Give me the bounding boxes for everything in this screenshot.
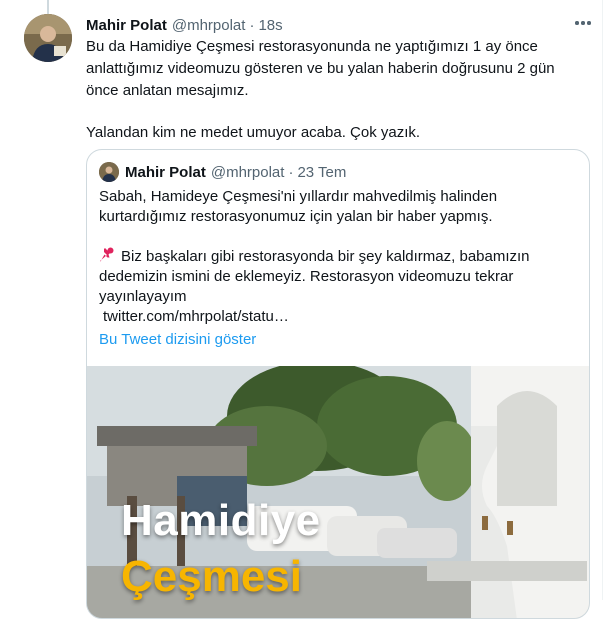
quoted-media[interactable]: Hamidiye Çeşmesi xyxy=(87,366,589,618)
quoted-separator-dot: · xyxy=(288,163,294,181)
tweet-text-paragraph-2: Yalandan kim ne medet umuyor acaba. Çok … xyxy=(86,124,421,141)
tweet-text-paragraph-1: Bu da Hamidiye Çeşmesi restorasyonunda n… xyxy=(86,38,555,99)
tweet-header: Mahir Polat @mhrpolat · 18s xyxy=(86,14,584,36)
quoted-author-name: Mahir Polat xyxy=(125,163,206,181)
more-horizontal-icon[interactable] xyxy=(570,10,596,36)
avatar-image xyxy=(24,14,72,62)
author-name[interactable]: Mahir Polat xyxy=(86,17,167,34)
quoted-paragraph-2: Biz başkaları gibi restorasyonda bir şey… xyxy=(99,247,575,307)
more-dot xyxy=(575,21,579,25)
quoted-tweet[interactable]: Mahir Polat @mhrpolat · 23 Tem Sabah, Ha… xyxy=(86,149,590,619)
quoted-paragraph-1: Sabah, Hamideye Çeşmesi'ni yıllardır mah… xyxy=(99,188,498,225)
author-handle[interactable]: @mhrpolat xyxy=(172,17,246,34)
quoted-tweet-header: Mahir Polat @mhrpolat · 23 Tem xyxy=(99,162,346,182)
quoted-tweet-text: Sabah, Hamideye Çeşmesi'ni yıllardır mah… xyxy=(99,187,575,327)
media-caption-line-1: Hamidiye xyxy=(121,496,321,545)
quoted-avatar xyxy=(99,162,119,182)
more-dot xyxy=(581,21,585,25)
quoted-author-handle: @mhrpolat xyxy=(210,163,285,181)
tweet-timestamp[interactable]: 18s xyxy=(258,17,282,34)
avatar[interactable] xyxy=(24,14,72,62)
thread-connector xyxy=(47,0,49,14)
media-caption-line-2: Çeşmesi xyxy=(121,552,303,601)
more-dot xyxy=(587,21,591,25)
quoted-date: 23 Tem xyxy=(297,163,347,181)
quoted-avatar-image xyxy=(99,162,119,182)
quoted-paragraph-2-text: Biz başkaları gibi restorasyonda bir şey… xyxy=(99,248,530,305)
quoted-link[interactable]: twitter.com/mhrpolat/statu… xyxy=(103,307,575,327)
tweet-text: Bu da Hamidiye Çeşmesi restorasyonunda n… xyxy=(86,36,586,144)
show-thread-link[interactable]: Bu Tweet dizisini göster xyxy=(99,331,256,348)
pushpin-icon xyxy=(100,247,114,262)
separator-dot: · xyxy=(249,16,255,34)
